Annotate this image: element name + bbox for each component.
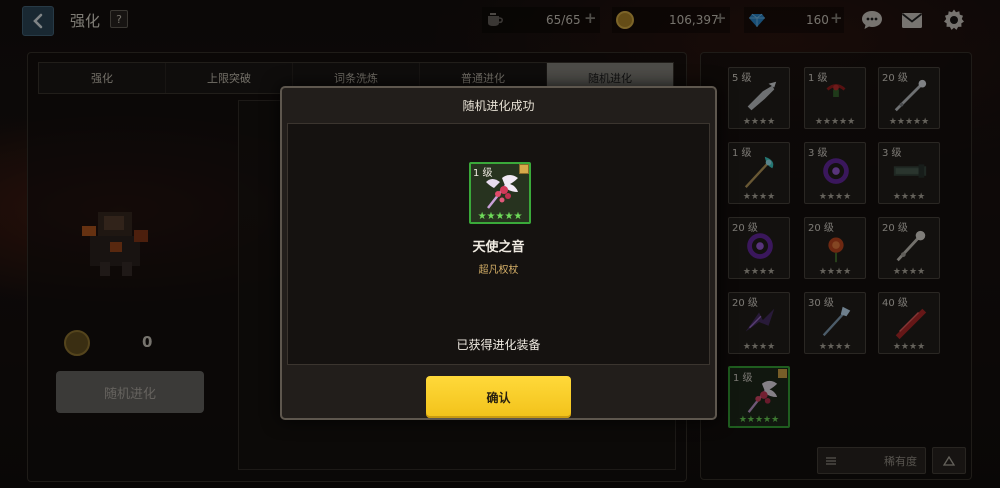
reward-item-slot[interactable]: 1 级 ★★★★★ xyxy=(469,162,531,224)
confirm-button[interactable]: 确认 xyxy=(426,376,571,418)
obtained-message: 已获得进化装备 xyxy=(456,338,541,352)
dialog-body: 1 级 ★★★★★ 天使之音 超凡权杖 已获得进化装备 xyxy=(287,123,710,365)
angel-staff-icon xyxy=(486,175,518,209)
item-type: 超凡权杖 xyxy=(478,265,519,276)
reward-stars: ★★★★★ xyxy=(477,211,523,222)
item-name: 天使之音 xyxy=(472,240,525,255)
dialog-title: 随机进化成功 xyxy=(462,99,535,113)
evolve-success-dialog: 随机进化成功 1 级 ★★★★★ 天使之音 超凡权杖 已获得进化装备 确认 xyxy=(280,86,717,420)
